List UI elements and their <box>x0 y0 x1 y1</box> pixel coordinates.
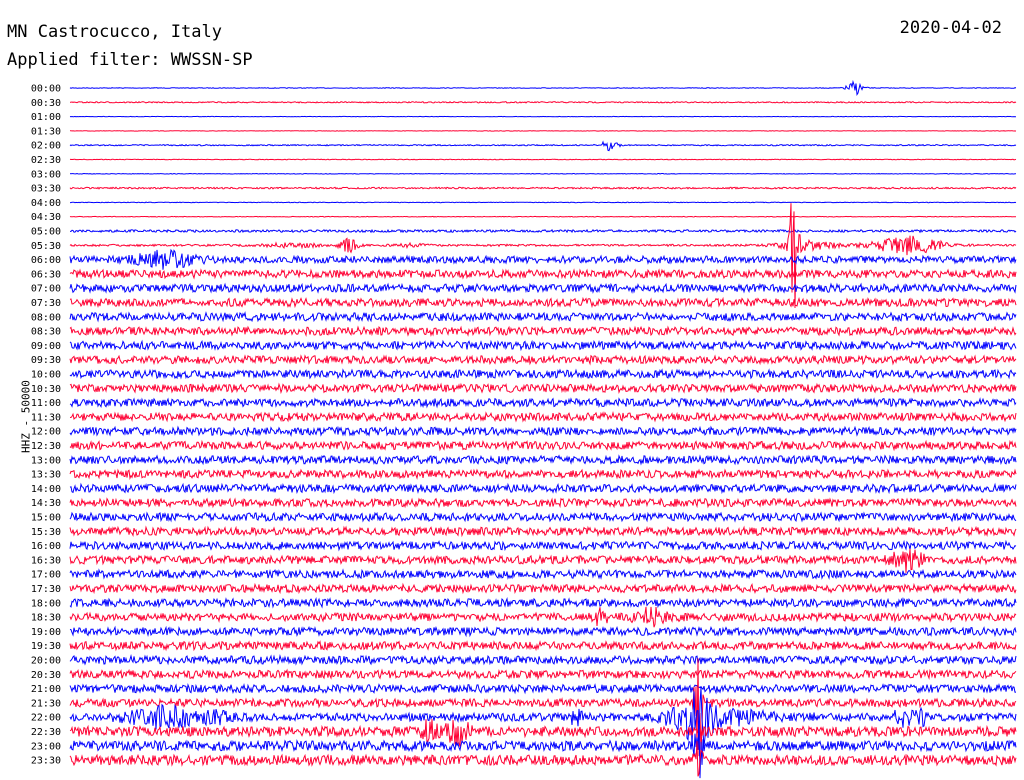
trace-row-1530 <box>69 525 1017 538</box>
row-time-label: 19:00 <box>31 627 61 638</box>
row-time-label: 03:30 <box>31 184 61 195</box>
trace-row-1500 <box>69 511 1017 523</box>
trace-row-0300 <box>69 172 1016 175</box>
row-time-label: 11:30 <box>31 412 61 423</box>
trace-row-1300 <box>69 454 1017 466</box>
row-time-label: 03:00 <box>31 169 61 180</box>
row-time-label: 20:30 <box>31 670 61 681</box>
trace-row-0600 <box>69 248 1017 270</box>
trace-row-1100 <box>69 397 1017 409</box>
trace-row-1630 <box>69 548 1017 573</box>
trace-row-1930 <box>69 640 1017 652</box>
row-time-label: 17:30 <box>31 584 61 595</box>
row-time-label: 11:00 <box>31 398 61 409</box>
trace-row-0330 <box>69 186 1017 190</box>
trace-row-0700 <box>69 282 1017 294</box>
trace-row-1900 <box>69 625 1017 638</box>
trace-row-0000 <box>69 79 1017 96</box>
row-time-label: 15:00 <box>31 513 61 524</box>
row-time-label: 01:00 <box>31 112 61 123</box>
trace-row-1730 <box>69 582 1017 595</box>
row-time-label: 07:00 <box>31 284 61 295</box>
row-time-label: 21:30 <box>31 698 61 709</box>
row-time-label: 23:30 <box>31 756 61 767</box>
row-time-label: 15:30 <box>31 527 61 538</box>
row-time-label: 05:00 <box>31 227 61 238</box>
trace-row-1200 <box>69 425 1017 437</box>
trace-row-0500 <box>70 228 1017 234</box>
row-time-label: 08:00 <box>31 312 61 323</box>
trace-row-1830 <box>69 606 1017 628</box>
trace-row-1700 <box>69 568 1017 580</box>
row-time-label: 18:00 <box>31 598 61 609</box>
row-time-label: 12:30 <box>31 441 61 452</box>
row-time-label: 13:30 <box>31 470 61 481</box>
row-time-label: 14:30 <box>31 498 61 509</box>
trace-row-0830 <box>69 325 1017 338</box>
trace-row-1030 <box>69 382 1017 395</box>
row-time-label: 22:00 <box>31 713 61 724</box>
row-time-label: 09:00 <box>31 341 61 352</box>
trace-row-0630 <box>69 268 1017 280</box>
trace-row-0730 <box>69 296 1017 309</box>
row-time-label: 13:00 <box>31 455 61 466</box>
trace-row-0230 <box>69 158 1017 161</box>
trace-row-0930 <box>69 354 1017 366</box>
row-time-label: 00:00 <box>31 84 61 95</box>
row-time-label: 00:30 <box>31 98 61 109</box>
trace-row-1800 <box>69 596 1017 609</box>
trace-row-1600 <box>69 539 1017 552</box>
trace-row-2000 <box>69 654 1017 666</box>
trace-row-1400 <box>69 482 1017 495</box>
row-time-label: 09:30 <box>31 355 61 366</box>
row-time-label: 17:00 <box>31 570 61 581</box>
row-time-label: 10:30 <box>31 384 61 395</box>
trace-row-1000 <box>69 368 1017 380</box>
row-time-label: 07:30 <box>31 298 61 309</box>
trace-row-1230 <box>69 439 1017 452</box>
row-time-label: 06:00 <box>31 255 61 266</box>
trace-row-0200 <box>69 140 1017 152</box>
trace-row-1330 <box>69 468 1017 481</box>
row-time-label: 08:30 <box>31 327 61 338</box>
row-time-label: 04:30 <box>31 212 61 223</box>
trace-row-0400 <box>70 201 1017 204</box>
row-time-label: 05:30 <box>31 241 61 252</box>
row-time-label: 12:00 <box>31 427 61 438</box>
row-time-label: 16:30 <box>31 555 61 566</box>
row-time-label: 21:00 <box>31 684 61 695</box>
trace-row-0430 <box>69 215 1017 218</box>
row-time-label: 16:00 <box>31 541 61 552</box>
seismogram-plot: 00:00 00:30 01:00 01:30 02:00 02:30 03:00 03:30… <box>31 79 1017 779</box>
row-time-label: 23:00 <box>31 741 61 752</box>
trace-row-0030 <box>70 100 1017 104</box>
trace-row-0800 <box>69 310 1017 323</box>
row-time-label: 10:00 <box>31 370 61 381</box>
row-time-label: 19:30 <box>31 641 61 652</box>
row-time-label: 02:00 <box>31 141 61 152</box>
row-time-label: 20:00 <box>31 656 61 667</box>
trace-row-2030 <box>69 668 1017 681</box>
row-time-label: 01:30 <box>31 126 61 137</box>
row-time-label: 14:00 <box>31 484 61 495</box>
row-time-label: 06:30 <box>31 269 61 280</box>
trace-row-1430 <box>69 497 1017 509</box>
row-time-label: 04:00 <box>31 198 61 209</box>
trace-row-0900 <box>69 339 1017 352</box>
trace-row-2200 <box>69 687 1017 747</box>
trace-row-1130 <box>69 410 1017 423</box>
row-time-label: 22:30 <box>31 727 61 738</box>
trace-row-2100 <box>69 682 1017 695</box>
row-time-label: 02:30 <box>31 155 61 166</box>
row-time-label: 18:30 <box>31 613 61 624</box>
